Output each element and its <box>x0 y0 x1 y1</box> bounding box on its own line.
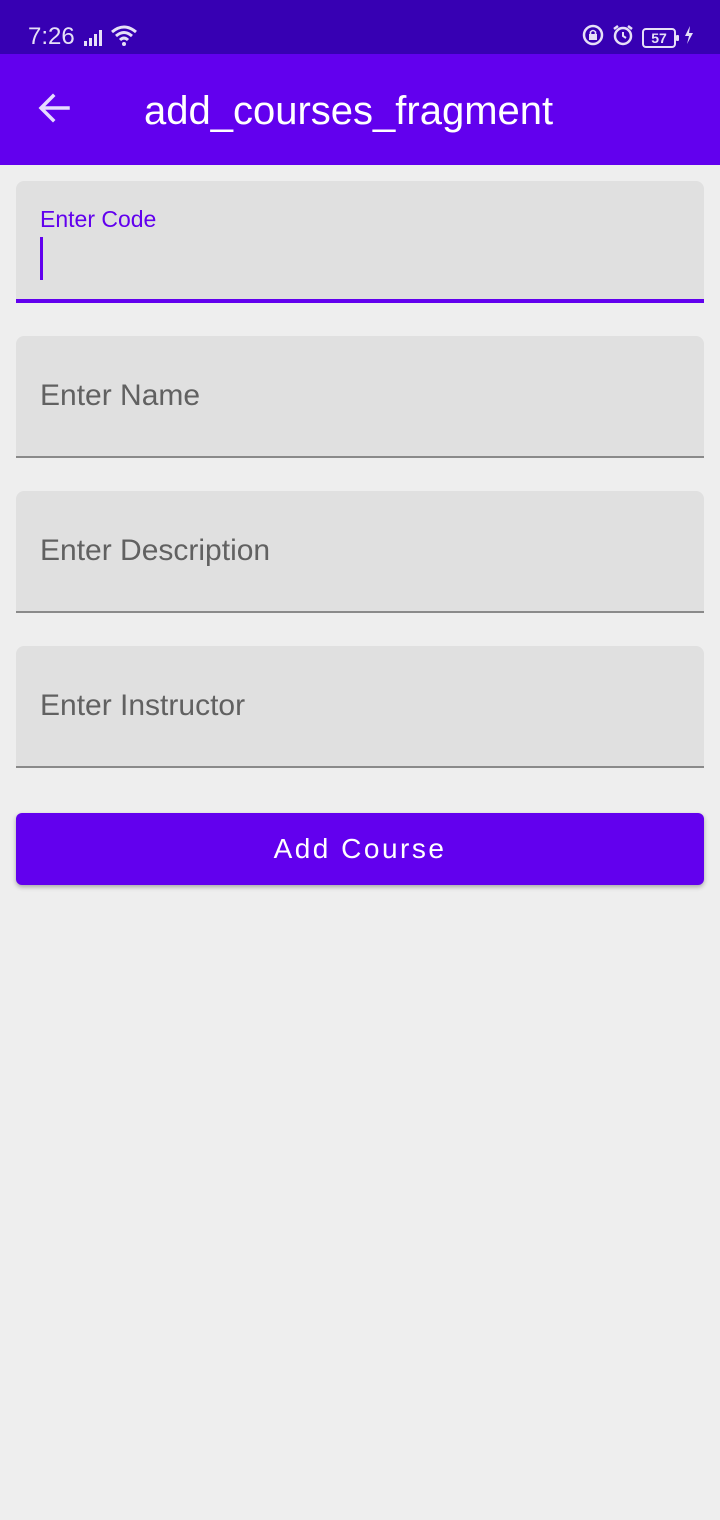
status-right-icons: 57 <box>582 24 694 51</box>
code-field-label: Enter Code <box>40 206 157 232</box>
arrow-back-icon <box>36 90 72 131</box>
add-course-button[interactable]: Add Course <box>16 813 704 885</box>
status-left-icons <box>84 24 138 51</box>
charging-icon <box>684 26 694 49</box>
app-bar: add_courses_fragment <box>0 54 720 165</box>
status-time: 7:26 <box>28 23 75 50</box>
description-field-placeholder: Enter Description <box>40 534 271 567</box>
description-field[interactable]: Enter Description <box>16 491 704 613</box>
rotation-lock-icon <box>582 24 604 51</box>
signal-icon <box>84 28 106 51</box>
alarm-icon <box>612 24 634 51</box>
status-bar: 7:26 57 <box>0 0 720 54</box>
page-title: add_courses_fragment <box>144 89 554 133</box>
code-field[interactable]: Enter Code <box>16 181 704 303</box>
wifi-icon <box>110 24 138 51</box>
back-button[interactable] <box>26 82 82 138</box>
battery-icon: 57 <box>642 27 679 48</box>
instructor-field-placeholder: Enter Instructor <box>40 689 246 722</box>
name-field-placeholder: Enter Name <box>40 379 201 412</box>
name-field[interactable]: Enter Name <box>16 336 704 458</box>
instructor-field[interactable]: Enter Instructor <box>16 646 704 768</box>
text-cursor <box>40 237 43 280</box>
